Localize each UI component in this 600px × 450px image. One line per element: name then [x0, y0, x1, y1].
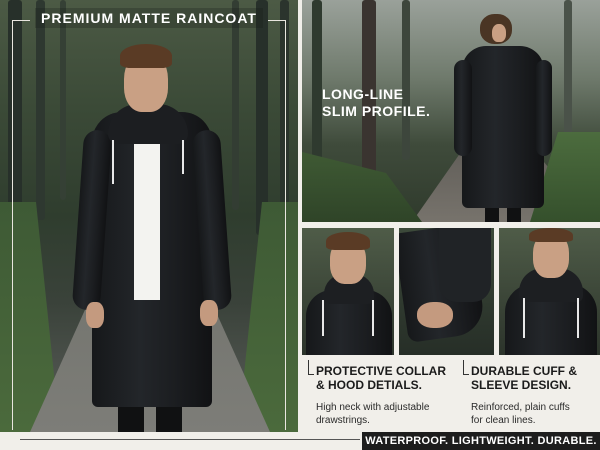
divider-line	[20, 439, 360, 440]
tagline-banner: WATERPROOF. LIGHTWEIGHT. DURABLE.	[362, 432, 600, 450]
cuff-heading-line-1: DURABLE CUFF &	[471, 364, 577, 378]
cuff-heading-line-2: SLEEVE DESIGN.	[471, 378, 572, 392]
hood-closeup-photo	[499, 228, 600, 355]
feature-heading-line-1: LONG-LINE	[322, 86, 404, 102]
collar-body-line-1: High neck with adjustable	[316, 402, 430, 413]
cuff-caption: DURABLE CUFF & SLEEVE DESIGN. Reinforced…	[455, 360, 600, 430]
feature-heading-line-2: SLIM PROFILE.	[322, 103, 431, 119]
cuff-body-line-1: Reinforced, plain cuffs	[471, 402, 570, 413]
collar-caption: PROTECTIVE COLLAR & HOOD DETIALS. High n…	[300, 360, 450, 430]
product-title: PREMIUM MATTE RAINCOAT	[35, 8, 263, 28]
long-line-photo: LONG-LINE SLIM PROFILE.	[302, 0, 600, 222]
collar-body-line-2: drawstrings.	[316, 415, 370, 426]
collar-closeup-photo	[302, 228, 394, 355]
collar-heading-line-2: & HOOD DETIALS.	[316, 378, 423, 392]
hero-photo: PREMIUM MATTE RAINCOAT	[0, 0, 298, 432]
collar-heading-line-1: PROTECTIVE COLLAR	[316, 364, 447, 378]
cuff-closeup-photo	[399, 228, 494, 355]
cuff-body-line-2: for clean lines.	[471, 415, 536, 426]
